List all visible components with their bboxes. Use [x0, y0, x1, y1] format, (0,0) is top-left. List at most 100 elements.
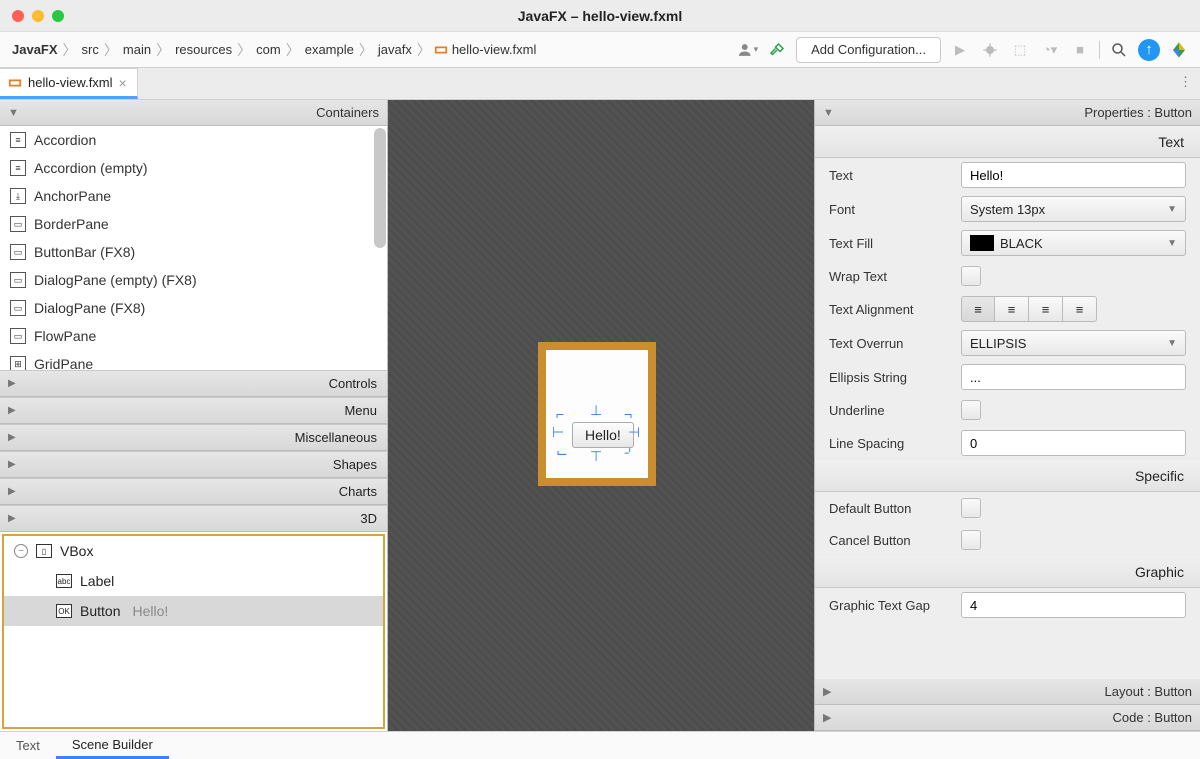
- tree-node-label: VBox: [60, 543, 93, 559]
- debug-icon[interactable]: [979, 39, 1001, 61]
- library-section-controls[interactable]: ▶Controls: [0, 370, 387, 397]
- properties-section-text[interactable]: Text: [815, 126, 1200, 158]
- text-mode-tab[interactable]: Text: [0, 732, 56, 759]
- library-item-flowpane[interactable]: ▭FlowPane: [0, 322, 387, 350]
- minimize-window-icon[interactable]: [32, 10, 44, 22]
- close-window-icon[interactable]: [12, 10, 24, 22]
- tree-node-vbox[interactable]: − ▯ VBox: [4, 536, 383, 566]
- window-titlebar: JavaFX – hello-view.fxml: [0, 0, 1200, 32]
- breadcrumb-item[interactable]: resources: [173, 40, 234, 59]
- sync-icon[interactable]: ↑: [1138, 39, 1160, 61]
- chevron-right-icon: 〉: [62, 40, 78, 60]
- wrap-text-checkbox[interactable]: [961, 266, 981, 286]
- library-item-borderpane[interactable]: ▭BorderPane: [0, 210, 387, 238]
- prop-label-fill: Text Fill: [829, 236, 961, 251]
- breadcrumb-item[interactable]: main: [121, 40, 153, 59]
- selection-handle-icon[interactable]: ¬: [624, 406, 632, 422]
- tab-menu-icon[interactable]: ⋮: [1179, 74, 1192, 90]
- align-center-button[interactable]: ≡: [995, 296, 1029, 322]
- selection-handle-icon[interactable]: ⊢: [552, 424, 564, 441]
- align-left-button[interactable]: ≡: [961, 296, 995, 322]
- tree-node-label: Label: [80, 573, 114, 589]
- library-item-dialogpane[interactable]: ▭DialogPane (FX8): [0, 294, 387, 322]
- breadcrumb-item[interactable]: javafx: [376, 40, 414, 59]
- maximize-window-icon[interactable]: [52, 10, 64, 22]
- breadcrumb-item[interactable]: com: [254, 40, 283, 59]
- text-alignment-segment: ≡ ≡ ≡ ≡: [961, 296, 1097, 322]
- library-item-gridpane[interactable]: ⊞GridPane: [0, 350, 387, 370]
- window-title: JavaFX – hello-view.fxml: [0, 8, 1200, 24]
- text-fill-dropdown[interactable]: BLACK▼: [961, 230, 1186, 256]
- underline-checkbox[interactable]: [961, 400, 981, 420]
- library-header[interactable]: ▼ Containers: [0, 100, 387, 126]
- properties-section-graphic[interactable]: Graphic: [815, 556, 1200, 588]
- library-item-anchorpane[interactable]: ⤓AnchorPane: [0, 182, 387, 210]
- font-dropdown[interactable]: System 13px▼: [961, 196, 1186, 222]
- run-icon[interactable]: ▶: [949, 39, 971, 61]
- properties-header[interactable]: ▼ Properties : Button: [815, 100, 1200, 126]
- stop-icon[interactable]: ■: [1069, 39, 1091, 61]
- close-tab-icon[interactable]: ×: [119, 75, 127, 91]
- file-tab[interactable]: hello-view.fxml ×: [0, 68, 138, 99]
- code-header[interactable]: ▶ Code : Button: [815, 705, 1200, 731]
- library-item-label: FlowPane: [34, 328, 96, 344]
- library-item-accordion-empty[interactable]: ≡Accordion (empty): [0, 154, 387, 182]
- breadcrumb-file[interactable]: hello-view.fxml: [450, 40, 539, 59]
- vbox-icon: ▯: [36, 544, 52, 558]
- library-item-buttonbar[interactable]: ▭ButtonBar (FX8): [0, 238, 387, 266]
- design-canvas[interactable]: Hello! ⌐ ⊥ ¬ ⊢ ⊣ ⌙ ⊤ ⌏: [388, 100, 815, 731]
- library-item-accordion[interactable]: ≡Accordion: [0, 126, 387, 154]
- library-item-dialogpane-empty[interactable]: ▭DialogPane (empty) (FX8): [0, 266, 387, 294]
- text-input[interactable]: [961, 162, 1186, 188]
- breadcrumb-root[interactable]: JavaFX: [10, 40, 60, 59]
- jetbrains-icon[interactable]: [1168, 39, 1190, 61]
- label-icon: abc: [56, 574, 72, 588]
- ellipsis-input[interactable]: [961, 364, 1186, 390]
- color-swatch: [970, 235, 994, 251]
- align-right-button[interactable]: ≡: [1029, 296, 1063, 322]
- breadcrumb-item[interactable]: src: [80, 40, 101, 59]
- library-section-charts[interactable]: ▶Charts: [0, 478, 387, 505]
- scene-builder-tab[interactable]: Scene Builder: [56, 732, 169, 759]
- tree-node-button[interactable]: OK Button Hello!: [4, 596, 383, 626]
- fxml-file-icon: [434, 43, 448, 57]
- section-label: 3D: [360, 511, 377, 526]
- collapse-icon[interactable]: −: [14, 544, 28, 558]
- tree-node-label[interactable]: abc Label: [4, 566, 383, 596]
- selection-handle-icon[interactable]: ⊥: [590, 402, 602, 419]
- profiler-icon[interactable]: ◔▾: [1039, 39, 1061, 61]
- scrollbar[interactable]: [374, 128, 386, 248]
- expand-arrow-icon: ▶: [8, 432, 16, 443]
- library-section-misc[interactable]: ▶Miscellaneous: [0, 424, 387, 451]
- align-justify-button[interactable]: ≡: [1063, 296, 1097, 322]
- line-spacing-input[interactable]: [961, 430, 1186, 456]
- properties-title: Properties : Button: [1084, 105, 1192, 120]
- cancel-button-checkbox[interactable]: [961, 530, 981, 550]
- selection-handle-icon[interactable]: ⌐: [556, 406, 564, 422]
- coverage-icon[interactable]: ⬚: [1009, 39, 1031, 61]
- selection-handle-icon[interactable]: ⌏: [624, 444, 635, 461]
- hammer-build-icon[interactable]: [766, 39, 788, 61]
- graphic-gap-input[interactable]: [961, 592, 1186, 618]
- container-icon: ≡: [10, 132, 26, 148]
- properties-section-specific[interactable]: Specific: [815, 460, 1200, 492]
- library-section-3d[interactable]: ▶3D: [0, 505, 387, 532]
- container-icon: ≡: [10, 160, 26, 176]
- library-section-menu[interactable]: ▶Menu: [0, 397, 387, 424]
- section-label: Menu: [344, 403, 377, 418]
- library-item-label: DialogPane (FX8): [34, 300, 145, 316]
- selection-handle-icon[interactable]: ⌙: [556, 444, 568, 461]
- breadcrumb-item[interactable]: example: [303, 40, 356, 59]
- layout-header[interactable]: ▶ Layout : Button: [815, 679, 1200, 705]
- overrun-dropdown[interactable]: ELLIPSIS▼: [961, 330, 1186, 356]
- breadcrumb: JavaFX 〉 src 〉 main 〉 resources 〉 com 〉 …: [10, 40, 736, 60]
- library-section-shapes[interactable]: ▶Shapes: [0, 451, 387, 478]
- selection-handle-icon[interactable]: ⊤: [590, 448, 602, 465]
- search-icon[interactable]: [1108, 39, 1130, 61]
- selection-handle-icon[interactable]: ⊣: [628, 424, 640, 441]
- section-label: Controls: [329, 376, 377, 391]
- user-icon[interactable]: ▾: [736, 39, 758, 61]
- canvas-vbox[interactable]: Hello! ⌐ ⊥ ¬ ⊢ ⊣ ⌙ ⊤ ⌏: [538, 342, 656, 486]
- run-configuration-dropdown[interactable]: Add Configuration...: [796, 37, 941, 63]
- default-button-checkbox[interactable]: [961, 498, 981, 518]
